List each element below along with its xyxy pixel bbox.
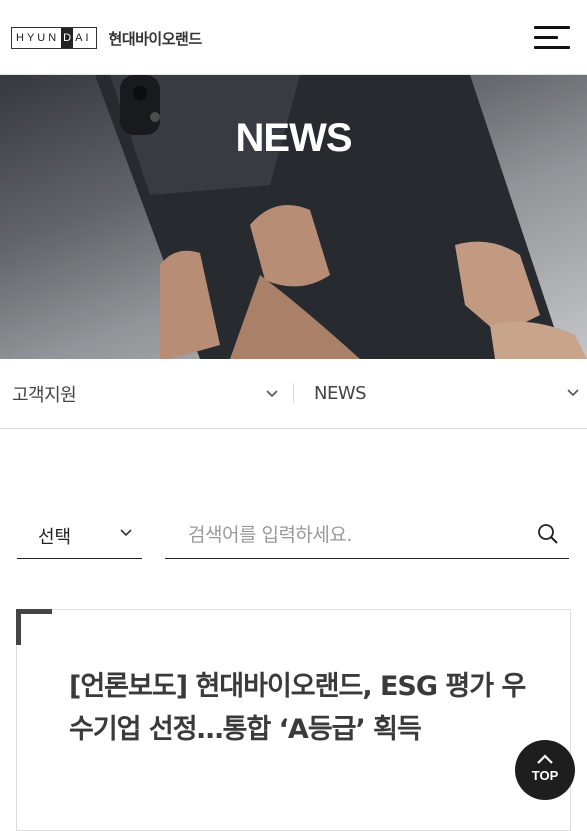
search-icon[interactable]	[537, 523, 559, 545]
chevron-down-icon	[120, 529, 132, 537]
scroll-top-label: TOP	[531, 768, 559, 783]
news-list-item[interactable]: [언론보도] 현대바이오랜드, ESG 평가 우수기업 선정…통합 ‘A등급’ …	[16, 609, 571, 831]
site-header: HYUN D AI 현대바이오랜드	[0, 0, 587, 75]
hyundai-logo-mark: HYUN D AI	[11, 27, 97, 49]
chevron-up-icon	[537, 754, 553, 764]
breadcrumb: 고객지원 NEWS	[0, 359, 587, 429]
card-corner-decoration	[16, 609, 52, 645]
hamburger-menu-icon[interactable]	[534, 26, 570, 50]
chevron-down-icon	[567, 389, 579, 397]
search-field	[165, 512, 569, 559]
breadcrumb-select-level2[interactable]: NEWS	[293, 382, 587, 404]
breadcrumb-select-level1[interactable]: 고객지원	[12, 359, 292, 428]
news-title[interactable]: [언론보도] 현대바이오랜드, ESG 평가 우수기업 선정…통합 ‘A등급’ …	[69, 665, 529, 751]
chevron-down-icon	[266, 389, 278, 397]
page-title: NEWS	[235, 116, 353, 160]
scroll-top-button[interactable]: TOP	[515, 740, 575, 800]
search-input[interactable]	[186, 520, 520, 550]
search-category-value: 선택	[38, 527, 72, 548]
breadcrumb-label-level1: 고객지원	[12, 384, 77, 406]
breadcrumb-label-level2: NEWS	[314, 382, 367, 404]
logo-company-name: 현대바이오랜드	[108, 29, 203, 48]
logo[interactable]: HYUN D AI 현대바이오랜드	[11, 27, 202, 49]
search-category-select[interactable]: 선택	[17, 512, 142, 559]
hero-banner: NEWS	[0, 75, 587, 359]
